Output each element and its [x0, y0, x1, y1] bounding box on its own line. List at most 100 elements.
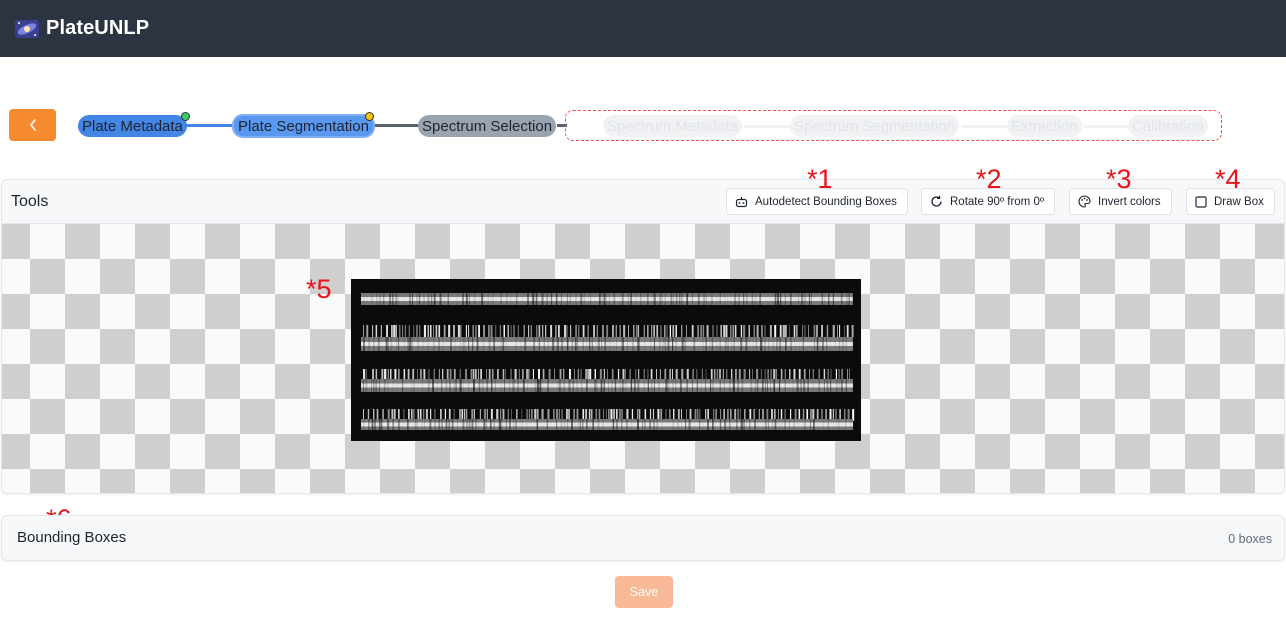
spectrum-line — [444, 293, 445, 305]
spectrum-line — [582, 419, 584, 430]
spectrum-line — [447, 293, 449, 305]
spectrum-line — [615, 325, 617, 337]
back-button[interactable] — [9, 109, 56, 141]
spectrum-line — [577, 337, 578, 351]
spectrum-line — [664, 293, 666, 305]
save-button[interactable]: Save — [615, 576, 673, 608]
spectrum-line — [578, 325, 580, 337]
spectrum-line — [577, 419, 580, 430]
spectrum-plate-image[interactable] — [351, 279, 861, 441]
image-canvas[interactable] — [2, 224, 1284, 493]
spectrum-line — [468, 419, 471, 430]
step-plate-segmentation[interactable]: Plate Segmentation — [232, 114, 375, 138]
spectrum-line — [454, 337, 456, 351]
spectrum-line — [812, 419, 815, 430]
spectrum-line — [653, 419, 655, 430]
spectrum-line — [536, 325, 538, 337]
spectrum-line — [506, 293, 508, 305]
spectrum-line — [375, 379, 377, 392]
spectrum-line — [704, 379, 707, 392]
spectrum-line — [691, 293, 693, 305]
spectrum-line — [404, 325, 406, 337]
spectrum-line — [638, 325, 640, 337]
spectrum-line — [658, 379, 660, 392]
spectrum-line — [667, 419, 668, 430]
spectrum-line — [499, 337, 502, 351]
spectrum-line — [479, 293, 480, 305]
spectrum-line — [743, 325, 746, 337]
spectrum-line — [754, 293, 757, 305]
spectrum-line — [686, 293, 689, 305]
spectrum-line — [550, 419, 551, 430]
spectrum-line — [602, 325, 604, 337]
spectrum-line — [386, 325, 388, 337]
spectrum-line — [624, 379, 627, 392]
spectrum-line — [622, 379, 624, 392]
spectrum-line — [637, 379, 640, 392]
spectrum-line — [445, 379, 448, 392]
spectrum-line — [516, 293, 518, 305]
spectrum-line — [837, 293, 839, 305]
spectrum-line — [475, 325, 477, 337]
spectrum-line — [826, 379, 829, 392]
spectrum-line — [767, 419, 769, 430]
spectrum-line — [422, 337, 425, 351]
spectrum-line — [661, 293, 663, 305]
spectrum-line — [490, 419, 492, 430]
spectrum-line — [439, 293, 442, 305]
spectrum-line — [396, 379, 398, 392]
spectrum-line — [748, 325, 750, 337]
spectrum-line — [770, 293, 772, 305]
spectrum-line — [650, 337, 652, 351]
spectrum-line — [763, 419, 765, 430]
spectrum-line — [551, 379, 553, 392]
spectrum-line — [743, 419, 745, 430]
spectrum-line — [395, 325, 397, 337]
spectrum-line — [451, 419, 454, 430]
spectrum-line — [465, 325, 467, 337]
spectrum-line — [478, 419, 479, 430]
spectrum-line — [632, 337, 634, 351]
spectrum-line — [422, 379, 423, 392]
spectrum-line — [423, 325, 426, 337]
spectrum-line — [826, 325, 829, 337]
spectrum-line — [755, 337, 757, 351]
spectrum-line — [399, 325, 401, 337]
spectrum-line — [646, 293, 649, 305]
spectrum-line — [709, 337, 711, 351]
spectrum-line — [796, 419, 799, 430]
tools-title: Tools — [11, 192, 49, 210]
spectrum-line — [672, 293, 674, 305]
spectrum-line — [535, 293, 538, 305]
robot-icon — [735, 196, 748, 207]
spectrum-line — [611, 379, 613, 392]
spectrum-line — [481, 293, 483, 305]
spectrum-line — [681, 293, 683, 305]
spectrum-plate-graphic — [361, 293, 855, 430]
spectrum-line — [703, 325, 705, 337]
spectrum-line — [667, 379, 670, 392]
spectrum-line — [759, 293, 761, 305]
step-plate-metadata[interactable]: Plate Metadata — [78, 115, 187, 137]
spectrum-line — [800, 379, 802, 392]
spectrum-line — [563, 419, 566, 430]
spectrum-line — [623, 325, 626, 337]
spectrum-line — [725, 325, 728, 337]
spectrum-line — [649, 419, 651, 430]
spectrum-line — [640, 293, 642, 305]
spectrum-line — [672, 379, 674, 392]
spectrum-line — [402, 379, 404, 392]
spectrum-line — [723, 325, 726, 337]
step-spectrum-selection[interactable]: Spectrum Selection — [418, 115, 557, 137]
spectrum-line — [764, 325, 766, 337]
spectrum-line — [840, 293, 843, 305]
spectrum-line — [515, 419, 517, 430]
spectrum-line — [619, 379, 622, 392]
spectrum-line — [738, 293, 740, 305]
spectrum-line — [804, 293, 807, 305]
spectrum-line — [597, 337, 600, 351]
step-extraction: Extraction — [1007, 115, 1082, 137]
step-connector — [372, 124, 420, 127]
spectrum-line — [575, 325, 577, 337]
spectrum-line — [498, 419, 501, 430]
